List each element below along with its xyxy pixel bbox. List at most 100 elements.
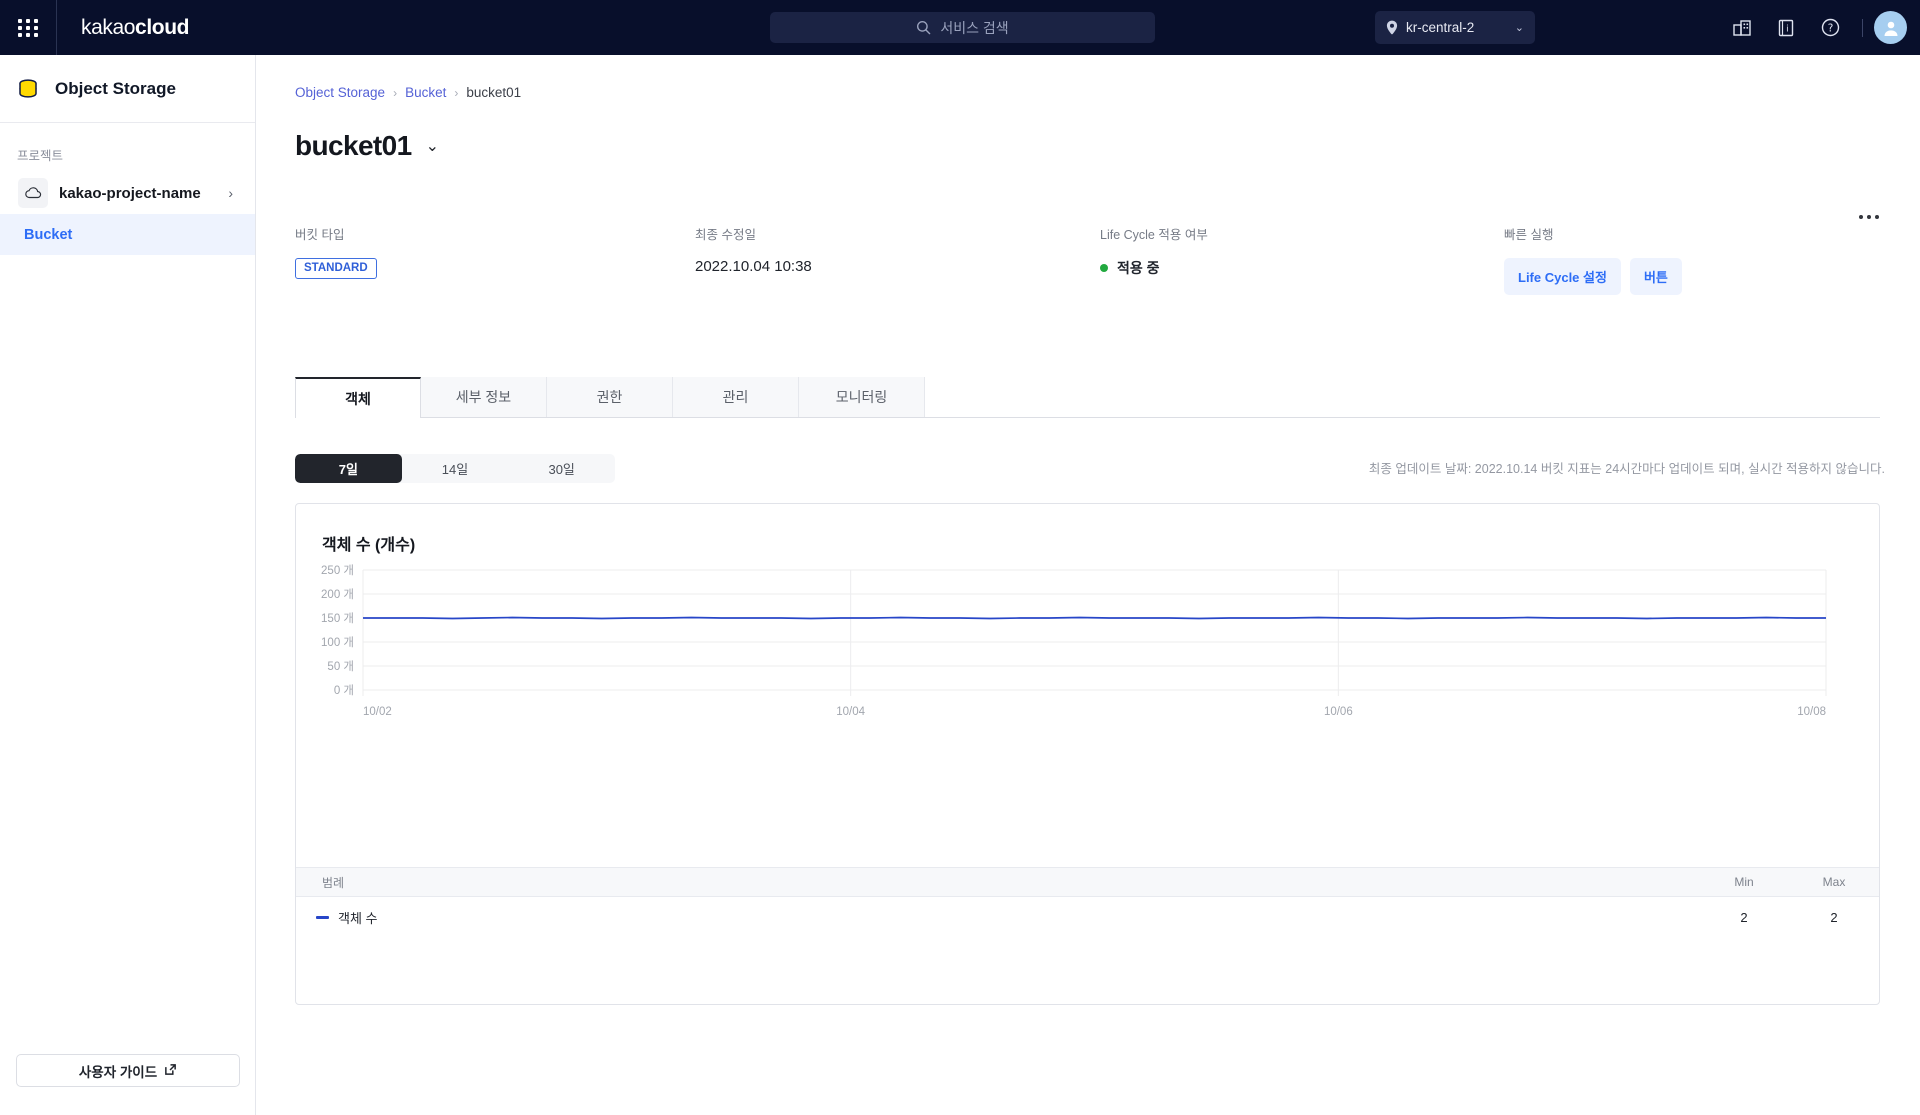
info-lifecycle-label: Life Cycle 적용 여부 <box>1100 228 1208 242</box>
external-link-icon <box>164 1063 177 1079</box>
tab-label: 모니터링 <box>835 389 888 405</box>
period-button-30d[interactable]: 30일 <box>508 454 615 483</box>
info-last-modified: 최종 수정일 2022.10.04 10:38 <box>695 224 1100 295</box>
svg-text:10/08: 10/08 <box>1797 706 1826 718</box>
search-icon <box>916 20 931 35</box>
legend-header-name: 범례 <box>322 875 345 890</box>
user-guide-label: 사용자 가이드 <box>78 1064 158 1080</box>
topbar-icon-group: i ? <box>1730 0 1863 55</box>
legend-row-min: 2 <box>1740 909 1748 925</box>
svg-text:0 개: 0 개 <box>334 684 354 697</box>
svg-text:?: ? <box>1827 23 1833 35</box>
chevron-right-icon: › <box>228 185 233 201</box>
period-selector: 7일 14일 30일 <box>295 454 615 483</box>
breadcrumb-item-bucket[interactable]: Bucket <box>405 85 446 100</box>
object-count-chart-card: 객체 수 (개수) 0 개 50 개 100 개 150 개 200 개 250 개 10/… <box>295 503 1880 1005</box>
legend-header-min: Min <box>1734 875 1754 889</box>
database-stack-icon <box>14 75 42 103</box>
info-quick-actions: 빠른 실행 Life Cycle 설정 버튼 <box>1504 224 1682 295</box>
brand-logo[interactable]: kakaocloud <box>57 16 189 40</box>
svg-text:10/06: 10/06 <box>1324 706 1353 718</box>
breadcrumb-separator: › <box>454 85 459 100</box>
tab-label: 권한 <box>596 389 623 405</box>
legend-row-name-cell: 객체 수 <box>296 908 1699 927</box>
region-label: kr-central-2 <box>1406 20 1475 35</box>
quick-action-buttons: Life Cycle 설정 버튼 <box>1504 258 1682 295</box>
breadcrumb: Object Storage › Bucket › bucket01 <box>256 55 1920 100</box>
update-note: 최종 업데이트 날짜: 2022.10.14 버킷 지표는 24시간마다 업데이… <box>1368 462 1885 476</box>
legend-row-max: 2 <box>1830 909 1838 925</box>
legend-table-header: 범례 Min Max <box>296 867 1879 897</box>
svg-text:100 개: 100 개 <box>321 636 354 649</box>
main-content: Object Storage › Bucket › bucket01 bucke… <box>256 55 1920 1115</box>
cloud-icon <box>18 178 48 208</box>
tab-monitoring[interactable]: 모니터링 <box>799 377 925 417</box>
brand-logo-light: kakao <box>81 15 136 39</box>
project-selector[interactable]: kakao-project-name › <box>12 172 243 214</box>
table-row[interactable]: 객체 수 2 2 <box>296 897 1879 937</box>
bucket-info-bar: 버킷 타입 STANDARD 최종 수정일 2022.10.04 10:38 L… <box>256 162 1920 295</box>
sidebar-item-bucket[interactable]: Bucket <box>0 214 255 255</box>
tab-label: 객체 <box>345 390 371 407</box>
user-guide-button[interactable]: 사용자 가이드 <box>16 1054 240 1087</box>
region-selector[interactable]: kr-central-2 ⌄ <box>1375 11 1535 44</box>
bucket-switcher-chevron-down-icon[interactable]: ⌄ <box>426 136 439 156</box>
topbar-icon-divider <box>1862 18 1863 37</box>
info-bucket-type: 버킷 타입 STANDARD <box>295 224 695 295</box>
tab-bar: 객체 세부 정보 권한 관리 모니터링 <box>295 377 1880 418</box>
info-lifecycle-status: 적용 중 <box>1100 258 1504 278</box>
tab-label: 세부 정보 <box>455 389 512 405</box>
search-input[interactable]: 서비스 검색 <box>770 12 1155 43</box>
search-placeholder: 서비스 검색 <box>940 19 1009 36</box>
tab-management[interactable]: 관리 <box>673 377 799 417</box>
legend-header-max: Max <box>1822 875 1846 889</box>
tab-details[interactable]: 세부 정보 <box>421 377 547 417</box>
secondary-action-button[interactable]: 버튼 <box>1629 258 1682 295</box>
tab-objects[interactable]: 객체 <box>295 377 421 418</box>
breadcrumb-item-current: bucket01 <box>466 85 522 100</box>
help-icon[interactable]: ? <box>1818 16 1842 40</box>
location-pin-icon <box>1386 20 1398 35</box>
info-quick-actions-label: 빠른 실행 <box>1504 228 1554 242</box>
svg-text:250 개: 250 개 <box>321 564 354 577</box>
user-avatar-icon <box>1884 21 1897 36</box>
line-chart: 0 개 50 개 100 개 150 개 200 개 250 개 10/02 10/04 10/… <box>321 564 1827 718</box>
chevron-down-icon: ⌄ <box>1514 22 1524 34</box>
project-section-label: 프로젝트 <box>17 149 64 163</box>
legend-series-label: 객체 수 <box>338 910 378 926</box>
info-last-modified-value: 2022.10.04 10:38 <box>695 258 812 275</box>
info-last-modified-label: 최종 수정일 <box>695 228 756 242</box>
breadcrumb-item-object-storage[interactable]: Object Storage <box>295 85 385 100</box>
sidebar-item-label: Bucket <box>24 226 73 243</box>
svg-text:10/04: 10/04 <box>836 706 865 718</box>
status-badge: STANDARD <box>295 258 377 279</box>
chart-title: 객체 수 (개수) <box>322 537 416 554</box>
breadcrumb-separator: › <box>393 85 398 100</box>
service-header: Object Storage <box>0 55 255 123</box>
svg-text:200 개: 200 개 <box>321 588 354 601</box>
project-name: kakao-project-name <box>59 184 201 202</box>
info-lifecycle: Life Cycle 적용 여부 적용 중 <box>1100 224 1504 295</box>
svg-text:50 개: 50 개 <box>327 660 354 673</box>
tab-permissions[interactable]: 권한 <box>547 377 673 417</box>
docs-icon[interactable]: i <box>1774 16 1798 40</box>
chart-plot-area: 0 개 50 개 100 개 150 개 200 개 250 개 10/02 10/04 10/… <box>296 562 1881 752</box>
tab-label: 관리 <box>722 389 749 405</box>
page-title: bucket01 <box>295 130 412 161</box>
grid-apps-icon <box>17 18 39 37</box>
period-button-14d[interactable]: 14일 <box>402 454 509 483</box>
svg-text:150 개: 150 개 <box>321 612 354 625</box>
top-bar: kakaocloud 서비스 검색 kr-central-2 ⌄ i ? <box>0 0 1920 55</box>
svg-text:i: i <box>1786 24 1789 34</box>
page-title-row: bucket01 ⌄ <box>256 100 1920 162</box>
organization-icon[interactable] <box>1730 16 1754 40</box>
avatar[interactable] <box>1874 11 1907 44</box>
legend-table-filler <box>296 937 1879 1004</box>
more-options-button[interactable] <box>1853 203 1885 231</box>
lifecycle-settings-button[interactable]: Life Cycle 설정 <box>1504 258 1621 295</box>
legend-line-swatch-icon <box>316 915 329 919</box>
info-lifecycle-value: 적용 중 <box>1117 260 1160 276</box>
period-button-7d[interactable]: 7일 <box>295 454 402 483</box>
info-bucket-type-label: 버킷 타입 <box>295 228 345 242</box>
apps-grid-button[interactable] <box>0 0 56 55</box>
